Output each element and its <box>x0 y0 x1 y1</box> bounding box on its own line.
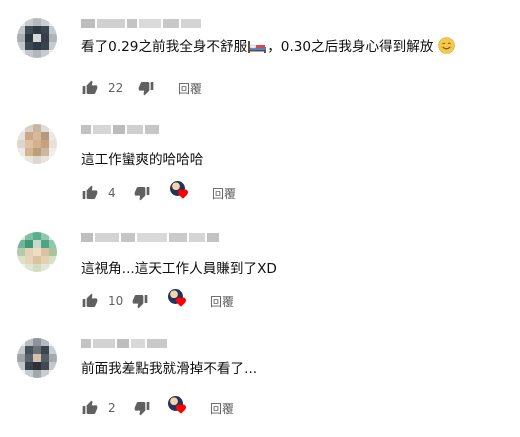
like-button[interactable] <box>78 396 102 420</box>
creator-heart-icon <box>168 396 192 420</box>
smiling-face-emoji-icon <box>437 37 455 54</box>
dislike-button[interactable] <box>128 289 152 313</box>
thumb-down-icon <box>134 187 150 201</box>
like-count: 10 <box>108 294 124 308</box>
comment-text: 看了0.29之前我全身不舒服 ，0.30之后我身心得到解放 <box>81 37 455 57</box>
like-count: 2 <box>108 401 116 415</box>
bed-emoji-icon <box>248 41 267 53</box>
dislike-button[interactable] <box>130 396 154 420</box>
comment-actions: 2 回覆 <box>78 396 234 420</box>
avatar[interactable] <box>17 124 57 164</box>
thumb-up-icon <box>82 293 98 307</box>
like-button[interactable] <box>78 289 102 313</box>
author-name[interactable] <box>81 19 201 29</box>
author-name[interactable] <box>81 125 159 135</box>
like-button[interactable] <box>78 76 102 100</box>
thumb-down-icon <box>138 82 154 96</box>
reply-button[interactable]: 回覆 <box>210 293 234 310</box>
thumb-up-icon <box>82 400 98 414</box>
comment-text: 前面我差點我就滑掉不看了... <box>81 361 258 377</box>
creator-heart-icon <box>170 181 194 205</box>
reply-button[interactable]: 回覆 <box>178 80 202 97</box>
thumb-down-icon <box>134 402 150 416</box>
dislike-button[interactable] <box>134 76 158 100</box>
comment-actions: 22 回覆 <box>78 76 202 100</box>
reply-button[interactable]: 回覆 <box>210 400 234 417</box>
avatar[interactable] <box>17 18 57 58</box>
like-count: 22 <box>108 81 124 95</box>
avatar[interactable] <box>17 232 57 272</box>
dislike-button[interactable] <box>130 181 154 205</box>
thumb-up-icon <box>82 80 98 94</box>
comment-actions: 10 回覆 <box>78 289 234 313</box>
author-name[interactable] <box>81 233 219 243</box>
comment-text: 這工作蠻爽的哈哈哈 <box>81 152 204 168</box>
creator-heart-icon <box>168 289 192 313</box>
like-count: 4 <box>108 186 116 200</box>
comment-text: 這視角...這天工作人員賺到了XD <box>81 261 277 277</box>
reply-button[interactable]: 回覆 <box>212 185 236 202</box>
author-name[interactable] <box>81 339 167 349</box>
thumb-down-icon <box>132 295 148 309</box>
like-button[interactable] <box>78 181 102 205</box>
comment-actions: 4 回覆 <box>78 181 236 205</box>
avatar[interactable] <box>17 338 57 378</box>
thumb-up-icon <box>82 185 98 199</box>
